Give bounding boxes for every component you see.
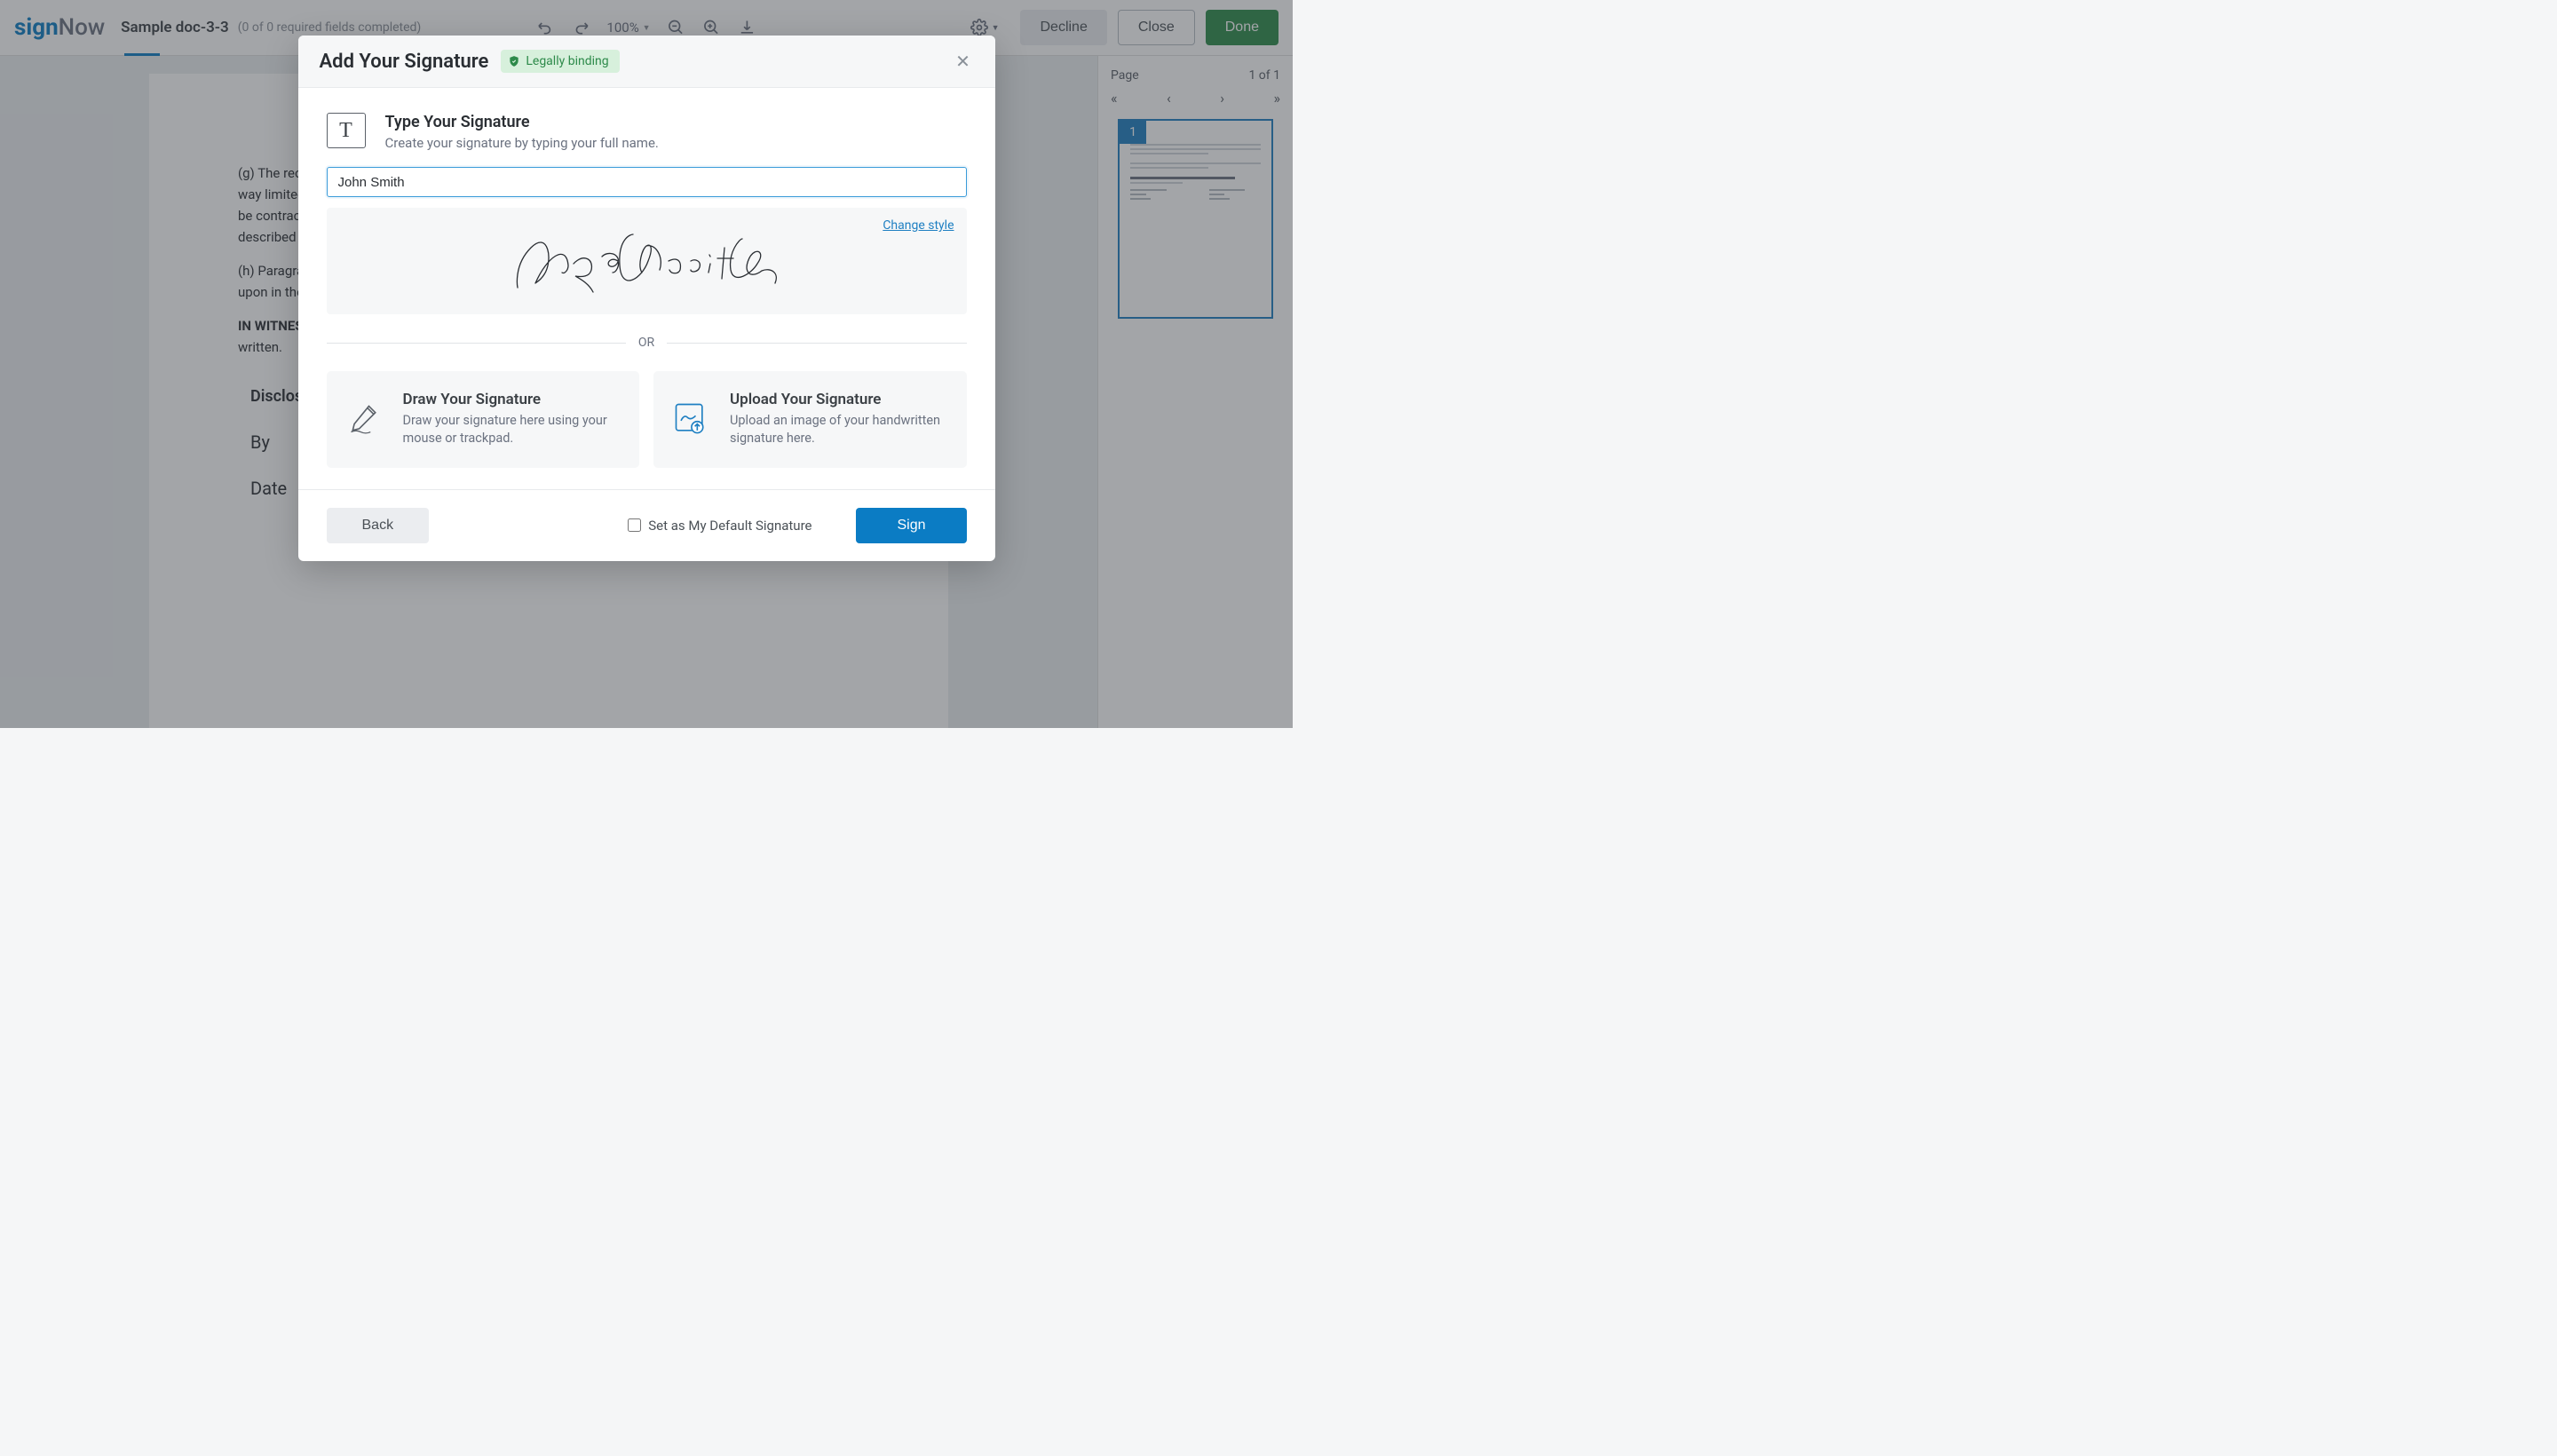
type-title: Type Your Signature	[385, 113, 659, 131]
signature-modal: Add Your Signature Legally binding ✕ T T…	[298, 36, 995, 561]
pencil-icon	[344, 400, 384, 439]
modal-header: Add Your Signature Legally binding ✕	[298, 36, 995, 88]
signature-graphic	[504, 221, 788, 301]
draw-title: Draw Your Signature	[403, 391, 622, 408]
default-checkbox-input[interactable]	[628, 518, 641, 532]
or-text: OR	[626, 336, 667, 350]
legal-badge: Legally binding	[501, 50, 619, 73]
signature-preview: Change style	[327, 208, 967, 314]
default-signature-checkbox[interactable]: Set as My Default Signature	[628, 518, 811, 534]
modal-title: Add Your Signature	[320, 51, 489, 73]
back-button[interactable]: Back	[327, 508, 430, 543]
type-section-header: T Type Your Signature Create your signat…	[327, 113, 967, 151]
type-desc: Create your signature by typing your ful…	[385, 135, 659, 151]
modal-footer: Back Set as My Default Signature Sign	[298, 489, 995, 561]
draw-signature-option[interactable]: Draw Your Signature Draw your signature …	[327, 371, 640, 468]
change-style-link[interactable]: Change style	[883, 218, 954, 233]
shield-check-icon	[508, 55, 520, 67]
modal-overlay[interactable]: Add Your Signature Legally binding ✕ T T…	[0, 0, 1293, 728]
modal-body: T Type Your Signature Create your signat…	[298, 88, 995, 489]
draw-desc: Draw your signature here using your mous…	[403, 412, 622, 448]
close-icon[interactable]: ✕	[953, 51, 974, 72]
upload-signature-option[interactable]: Upload Your Signature Upload an image of…	[653, 371, 967, 468]
upload-icon	[671, 400, 710, 439]
or-divider: OR	[327, 336, 967, 350]
type-icon: T	[327, 113, 366, 148]
sign-button[interactable]: Sign	[856, 508, 966, 543]
upload-desc: Upload an image of your handwritten sign…	[730, 412, 949, 448]
signature-options: Draw Your Signature Draw your signature …	[327, 371, 967, 468]
signature-name-input[interactable]	[327, 167, 967, 197]
default-label: Set as My Default Signature	[648, 518, 811, 534]
upload-title: Upload Your Signature	[730, 391, 949, 408]
legal-badge-text: Legally binding	[526, 54, 608, 68]
